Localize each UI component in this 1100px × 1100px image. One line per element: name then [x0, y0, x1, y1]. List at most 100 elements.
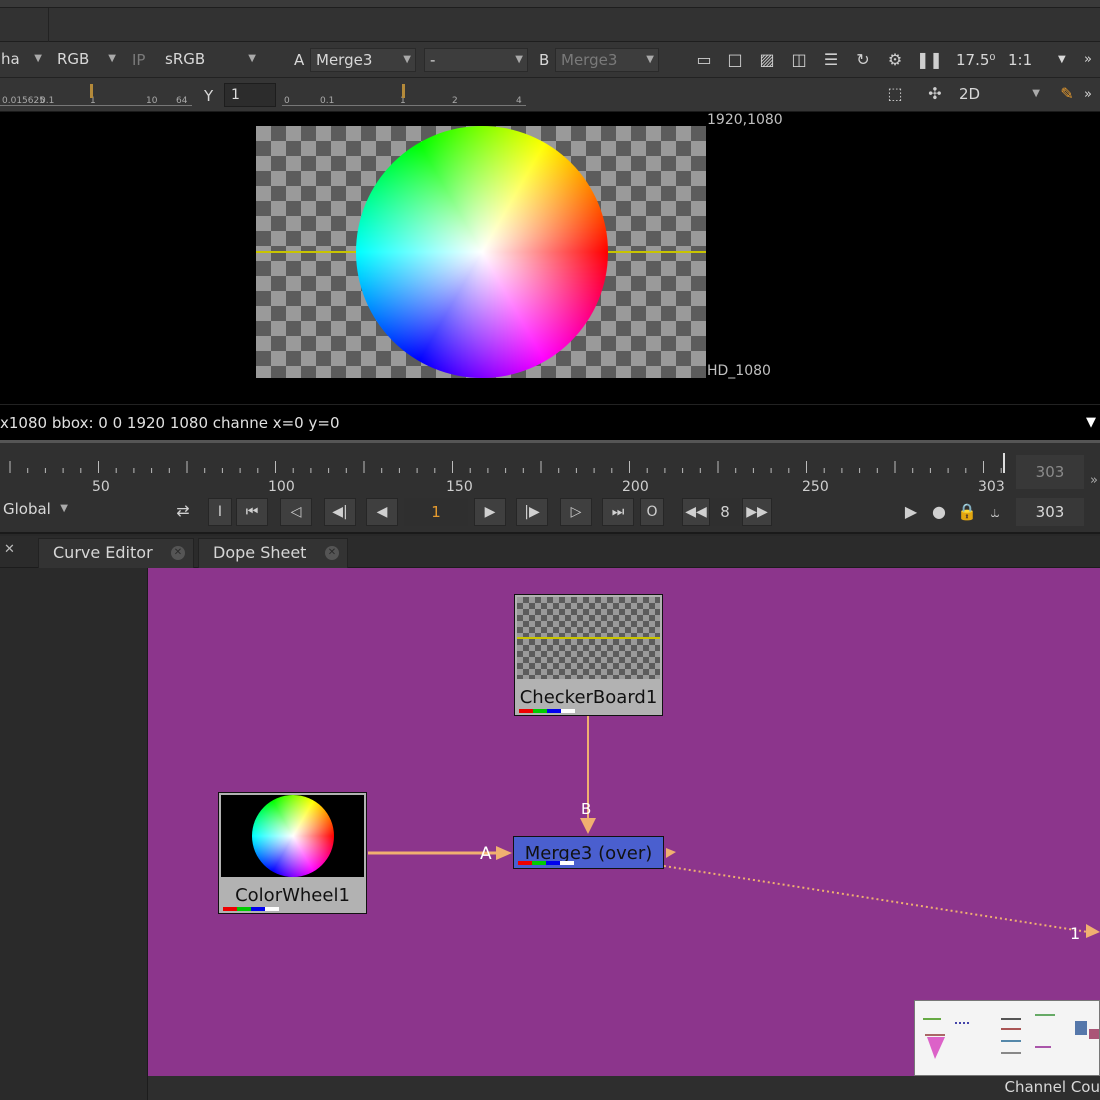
- channel-blue: [546, 861, 560, 865]
- region-of-interest-icon[interactable]: ▭: [693, 50, 715, 70]
- gear-icon[interactable]: ⚙: [884, 50, 906, 70]
- channel-dropdown[interactable]: ha ▼: [0, 48, 46, 72]
- gamma-tick-label: 4: [516, 96, 522, 106]
- flipbook-icon[interactable]: ▶: [900, 502, 922, 522]
- a-input-label: A: [294, 51, 305, 69]
- channel-red: [518, 861, 532, 865]
- gain-tick-label: 0.015625: [2, 96, 45, 106]
- expand-icon[interactable]: »: [1084, 84, 1092, 106]
- chevron-down-icon: ▼: [403, 54, 411, 65]
- view-mode-dropdown[interactable]: 2D ▼: [954, 83, 1044, 107]
- chevron-down-icon[interactable]: ▼: [1086, 405, 1096, 441]
- viewer-toolbar-2: 0.015625 0.1 1 10 64 Y 1 0 0.1 1 2 4 ⬚ ✣…: [0, 78, 1100, 112]
- menu-bar: [0, 0, 1100, 8]
- gain-knob[interactable]: [90, 84, 93, 98]
- step-back-icon[interactable]: ◀|: [324, 498, 356, 526]
- status-strip: Channel Cou: [148, 1076, 1100, 1100]
- pause-icon[interactable]: ❚❚: [916, 50, 943, 70]
- sync-icon[interactable]: ⥿: [984, 502, 1006, 522]
- output-arrow: [666, 848, 676, 858]
- gamma-knob[interactable]: [402, 84, 405, 98]
- b-input-value: Merge3: [561, 51, 618, 69]
- node-label: ColorWheel1: [235, 885, 350, 906]
- node-graph-navigator[interactable]: [914, 1000, 1100, 1076]
- record-icon[interactable]: ●: [928, 502, 950, 522]
- expand-icon[interactable]: »: [1090, 473, 1098, 488]
- frame-icon[interactable]: □: [724, 50, 746, 70]
- close-icon[interactable]: ✕: [325, 546, 339, 560]
- info-bar: x1080 bbox: 0 0 1920 1080 channe x=0 y=0…: [0, 404, 1100, 440]
- rgb-dropdown[interactable]: RGB ▼: [52, 48, 120, 72]
- rewind-increment-icon[interactable]: ◀◀: [682, 498, 710, 526]
- next-keyframe-icon[interactable]: ▷: [560, 498, 592, 526]
- colorwheel-thumbnail: [221, 795, 364, 877]
- channel-label: ha: [1, 50, 20, 68]
- increment-input[interactable]: 8: [710, 498, 740, 526]
- lock-icon[interactable]: 🔒: [956, 502, 978, 522]
- merge-node[interactable]: Merge3 (over): [513, 836, 664, 869]
- operation-dropdown[interactable]: - ▼: [424, 48, 528, 72]
- gain-slider[interactable]: 0.015625 0.1 1 10 64: [0, 84, 192, 106]
- step-forward-icon[interactable]: |▶: [516, 498, 548, 526]
- chevron-down-icon: ▼: [60, 503, 68, 514]
- channel-red: [223, 907, 237, 911]
- out-point-button[interactable]: O: [640, 498, 664, 526]
- checkerboard-node[interactable]: CheckerBoard1: [514, 594, 663, 716]
- in-point-button[interactable]: I: [208, 498, 232, 526]
- forward-increment-icon[interactable]: ▶▶: [742, 498, 772, 526]
- chevron-down-icon: ▼: [646, 54, 654, 65]
- channel-count-label: Channel Cou: [1004, 1078, 1100, 1096]
- prev-keyframe-icon[interactable]: ◁: [280, 498, 312, 526]
- play-backward-icon[interactable]: ◀: [366, 498, 398, 526]
- current-frame-input[interactable]: 1: [404, 498, 468, 526]
- viewer-image-frame: [256, 126, 706, 378]
- colorspace-label: sRGB: [165, 50, 206, 68]
- checkerboard-thumbnail: [517, 597, 660, 679]
- viewer-toolbar: ha ▼ RGB ▼ IP sRGB ▼ A Merge3 ▼ - ▼ B Merge3 ▼…: [0, 42, 1100, 78]
- expand-icon[interactable]: »: [1084, 49, 1092, 71]
- chevron-down-icon[interactable]: ▼: [1058, 49, 1066, 71]
- tab-label: Dope Sheet: [213, 543, 307, 562]
- colorspace-dropdown[interactable]: sRGB ▼: [160, 48, 260, 72]
- play-forward-icon[interactable]: ▶: [474, 498, 506, 526]
- gamma-tick-label: 0: [284, 96, 290, 106]
- gain-tick-label: 64: [176, 96, 188, 106]
- viewer[interactable]: 1920,1080 HD_1080: [0, 112, 1100, 404]
- frame-range-dropdown[interactable]: Global ▼: [0, 498, 72, 522]
- input-b-label: B: [581, 800, 592, 818]
- wipe-icon[interactable]: ◫: [788, 50, 810, 70]
- roi-icon[interactable]: ⬚: [884, 84, 906, 104]
- panel-tab-strip: [0, 8, 1100, 42]
- close-icon[interactable]: ✕: [171, 546, 185, 560]
- zoom-value[interactable]: 17.5⁰: [956, 49, 995, 71]
- tab-curve-editor[interactable]: Curve Editor ✕: [38, 538, 194, 568]
- ratio-value[interactable]: 1:1: [1008, 49, 1032, 71]
- viewer-input-label: 1: [1070, 924, 1081, 943]
- b-input-dropdown[interactable]: Merge3 ▼: [555, 48, 659, 72]
- colorwheel-node[interactable]: ColorWheel1: [218, 792, 367, 914]
- a-input-dropdown[interactable]: Merge3 ▼: [310, 48, 416, 72]
- gamma-slider[interactable]: 0 0.1 1 2 4: [282, 84, 526, 106]
- chevron-down-icon: ▼: [1032, 88, 1040, 99]
- first-frame-icon[interactable]: ⏮: [236, 498, 268, 526]
- loop-icon[interactable]: ⇄: [172, 501, 194, 521]
- color-picker-icon[interactable]: ✎: [1056, 84, 1078, 104]
- timeline-ruler: [9, 453, 1005, 473]
- end-frame-input[interactable]: 303: [1016, 498, 1084, 526]
- frame-size-label: 1920,1080: [707, 112, 783, 128]
- gamma-tick-label: 2: [452, 96, 458, 106]
- gamma-tick-label: 0.1: [320, 96, 335, 106]
- timeline[interactable]: 50 100 150 200 250 303 303 »: [0, 440, 1100, 495]
- gamma-input[interactable]: 1: [224, 83, 276, 107]
- close-icon[interactable]: ✕: [4, 542, 15, 557]
- channel-alpha: [560, 861, 574, 865]
- zebra-icon[interactable]: ▨: [756, 50, 778, 70]
- tab-dope-sheet[interactable]: Dope Sheet ✕: [198, 538, 348, 568]
- ip-button[interactable]: IP: [132, 49, 145, 71]
- timeline-end-frame[interactable]: 303: [1016, 455, 1084, 489]
- transform-icon[interactable]: ✣: [924, 84, 946, 104]
- refresh-icon[interactable]: ↻: [852, 50, 874, 70]
- lines-icon[interactable]: ☰: [820, 50, 842, 70]
- panel-tab-bar: ✕ Curve Editor ✕ Dope Sheet ✕: [0, 536, 1100, 568]
- last-frame-icon[interactable]: ⏭: [602, 498, 634, 526]
